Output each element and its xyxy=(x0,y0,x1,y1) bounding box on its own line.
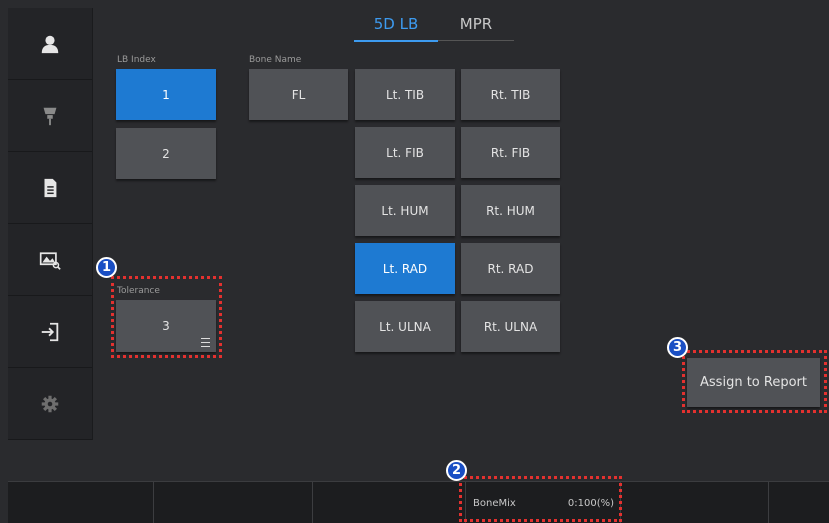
bottom-bar: BoneMix 0:100(%) xyxy=(8,481,829,523)
bone-lt-hum-button[interactable]: Lt. HUM xyxy=(355,185,455,236)
bone-rt-hum-button[interactable]: Rt. HUM xyxy=(461,185,560,236)
bottom-divider xyxy=(768,482,769,523)
callout-3-highlight xyxy=(682,350,827,413)
bone-lt-ulna-button[interactable]: Lt. ULNA xyxy=(355,301,455,352)
callout-3-badge: 3 xyxy=(667,337,688,358)
settings-icon[interactable] xyxy=(8,368,92,440)
callout-1-highlight xyxy=(111,276,222,358)
patient-icon[interactable] xyxy=(8,8,92,80)
lb-index-2-button[interactable]: 2 xyxy=(116,128,216,179)
lb-index-1-button[interactable]: 1 xyxy=(116,69,216,120)
bottom-divider xyxy=(153,482,154,523)
probe-icon[interactable] xyxy=(8,80,92,152)
tab-mpr[interactable]: MPR xyxy=(438,14,514,41)
bone-rt-rad-button[interactable]: Rt. RAD xyxy=(461,243,560,294)
image-review-icon[interactable] xyxy=(8,224,92,296)
bone-fl-button[interactable]: FL xyxy=(249,69,348,120)
report-icon[interactable] xyxy=(8,152,92,224)
app-window: 5D LB MPR LB Index 1 2 Bone Name FL Lt. … xyxy=(0,0,829,523)
bone-lt-rad-button[interactable]: Lt. RAD xyxy=(355,243,455,294)
lb-index-label: LB Index xyxy=(117,55,156,65)
bottom-divider xyxy=(312,482,313,523)
bone-lt-tib-button[interactable]: Lt. TIB xyxy=(355,69,455,120)
sidebar xyxy=(8,8,93,440)
tab-5d-lb[interactable]: 5D LB xyxy=(354,14,438,42)
callout-2-highlight xyxy=(459,476,622,522)
bone-rt-tib-button[interactable]: Rt. TIB xyxy=(461,69,560,120)
bone-rt-fib-button[interactable]: Rt. FIB xyxy=(461,127,560,178)
view-tabs: 5D LB MPR xyxy=(354,14,514,42)
bone-name-label: Bone Name xyxy=(249,55,302,65)
callout-1-badge: 1 xyxy=(96,257,117,278)
bone-lt-fib-button[interactable]: Lt. FIB xyxy=(355,127,455,178)
bone-rt-ulna-button[interactable]: Rt. ULNA xyxy=(461,301,560,352)
callout-2-badge: 2 xyxy=(446,460,467,481)
exit-icon[interactable] xyxy=(8,296,92,368)
